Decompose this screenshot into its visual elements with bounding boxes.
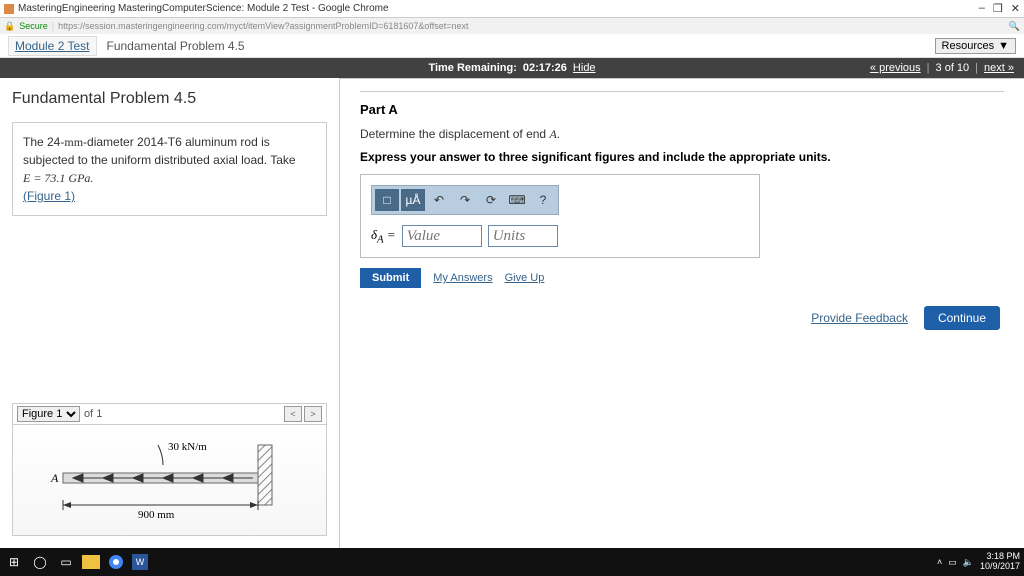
figure-link[interactable]: (Figure 1) xyxy=(23,189,75,203)
window-maximize[interactable]: ❐ xyxy=(993,2,1003,15)
units-input[interactable] xyxy=(488,225,558,247)
breadcrumb-problem: Fundamental Problem 4.5 xyxy=(97,37,255,55)
help-button[interactable]: ? xyxy=(531,189,555,211)
address-bar: 🔒 Secure | https://session.masteringengi… xyxy=(0,18,1024,34)
resources-dropdown[interactable]: Resources ▼ xyxy=(935,38,1016,54)
start-button[interactable]: ⊞ xyxy=(4,552,24,572)
svg-text:900 mm: 900 mm xyxy=(138,509,175,521)
figure-pane: Figure 1 of 1 < > xyxy=(12,403,327,536)
url-text[interactable]: https://session.masteringengineering.com… xyxy=(58,21,468,31)
figure-next-button[interactable]: > xyxy=(304,406,322,422)
provide-feedback-link[interactable]: Provide Feedback xyxy=(811,311,908,325)
chevron-down-icon: ▼ xyxy=(998,40,1009,52)
windows-taskbar: ⊞ ◯ ▭ W ˄ ▭ 🔈 3:18 PM 10/9/2017 xyxy=(0,548,1024,576)
time-value: 02:17:26 xyxy=(523,62,567,74)
cortana-icon[interactable]: ◯ xyxy=(30,552,50,572)
explorer-icon[interactable] xyxy=(82,555,100,569)
hide-timer[interactable]: Hide xyxy=(573,62,596,74)
submit-button[interactable]: Submit xyxy=(360,268,421,288)
taskview-icon[interactable]: ▭ xyxy=(56,552,76,572)
problem-statement: The 24-mm-diameter 2014-T6 aluminum rod … xyxy=(12,122,327,216)
svg-text:30 kN/m: 30 kN/m xyxy=(168,441,207,453)
figure-count: of 1 xyxy=(84,408,102,420)
volume-icon[interactable]: 🔈 xyxy=(963,557,974,568)
figure-image: 30 kN/m A 900 mm xyxy=(13,425,326,535)
search-icon[interactable]: 🔍 xyxy=(1009,21,1020,32)
part-title: Part A xyxy=(360,102,1004,117)
continue-button[interactable]: Continue xyxy=(924,306,1000,330)
question-text: Determine the displacement of end A. xyxy=(360,127,1004,142)
left-panel: Fundamental Problem 4.5 The 24-mm-diamet… xyxy=(0,78,340,548)
special-char-button[interactable]: µÅ xyxy=(401,189,425,211)
value-input[interactable] xyxy=(402,225,482,247)
secure-label: Secure xyxy=(19,21,48,31)
answer-box: □ µÅ ↶ ↷ ⟳ ⌨ ? δA = xyxy=(360,174,760,258)
svg-text:A: A xyxy=(50,471,59,485)
window-close[interactable]: ✕ xyxy=(1011,2,1020,15)
tab-title: MasteringEngineering MasteringComputerSc… xyxy=(18,3,389,14)
breadcrumb: Module 2 Test Fundamental Problem 4.5 Re… xyxy=(0,34,1024,58)
keyboard-button[interactable]: ⌨ xyxy=(505,189,529,211)
tab-favicon xyxy=(4,4,14,14)
nav-next[interactable]: next » xyxy=(984,62,1014,74)
undo-button[interactable]: ↶ xyxy=(427,189,451,211)
tray-up-icon[interactable]: ˄ xyxy=(937,557,942,567)
clock[interactable]: 3:18 PM 10/9/2017 xyxy=(980,552,1020,572)
figure-select[interactable]: Figure 1 xyxy=(17,406,80,422)
time-bar: Time Remaining: 02:17:26 Hide « previous… xyxy=(0,58,1024,78)
chrome-icon[interactable] xyxy=(106,552,126,572)
redo-button[interactable]: ↷ xyxy=(453,189,477,211)
nav-count: 3 of 10 xyxy=(936,62,970,74)
answer-symbol: δA = xyxy=(371,227,396,246)
word-icon[interactable]: W xyxy=(132,554,148,570)
instruction-text: Express your answer to three significant… xyxy=(360,150,1004,164)
time-label: Time Remaining: xyxy=(428,62,516,74)
breadcrumb-module[interactable]: Module 2 Test xyxy=(8,36,97,56)
problem-title: Fundamental Problem 4.5 xyxy=(12,90,327,108)
nav-previous[interactable]: « previous xyxy=(870,62,921,74)
battery-icon[interactable]: ▭ xyxy=(948,557,957,568)
give-up-link[interactable]: Give Up xyxy=(505,272,545,284)
answer-toolbar: □ µÅ ↶ ↷ ⟳ ⌨ ? xyxy=(371,185,559,215)
fraction-button[interactable]: □ xyxy=(375,189,399,211)
reset-button[interactable]: ⟳ xyxy=(479,189,503,211)
figure-prev-button[interactable]: < xyxy=(284,406,302,422)
my-answers-link[interactable]: My Answers xyxy=(433,272,492,284)
window-minimize[interactable]: – xyxy=(979,2,985,15)
resources-label: Resources xyxy=(942,40,995,52)
chrome-titlebar: MasteringEngineering MasteringComputerSc… xyxy=(0,0,1024,18)
lock-icon: 🔒 xyxy=(4,21,15,32)
right-panel: Part A Determine the displacement of end… xyxy=(340,78,1024,548)
